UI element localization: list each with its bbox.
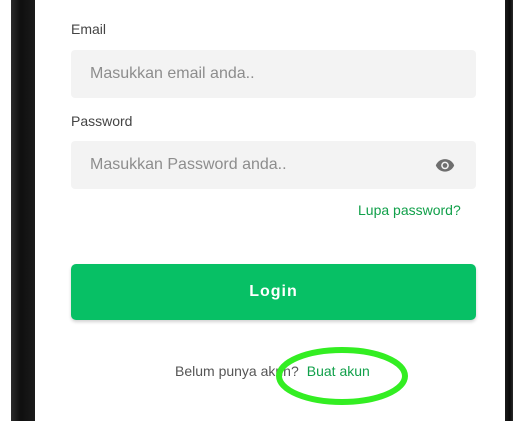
password-label: Password bbox=[71, 113, 133, 129]
device-frame-right bbox=[505, 0, 513, 421]
login-button[interactable]: Login bbox=[71, 264, 476, 320]
app-stage: Email Password Lupa password? Login Belu… bbox=[0, 0, 513, 421]
email-label: Email bbox=[71, 21, 107, 37]
forgot-password-link[interactable]: Lupa password? bbox=[358, 202, 461, 218]
password-input-container bbox=[71, 141, 476, 189]
email-input[interactable] bbox=[90, 50, 420, 98]
signup-prompt: Belum punya akun? bbox=[175, 363, 299, 379]
create-account-link[interactable]: Buat akun bbox=[307, 363, 370, 379]
eye-icon[interactable] bbox=[434, 155, 456, 175]
device-frame-left bbox=[11, 0, 35, 421]
email-input-container bbox=[71, 50, 476, 98]
signup-row: Belum punya akun? Buat akun bbox=[175, 363, 370, 379]
password-input[interactable] bbox=[90, 141, 420, 189]
